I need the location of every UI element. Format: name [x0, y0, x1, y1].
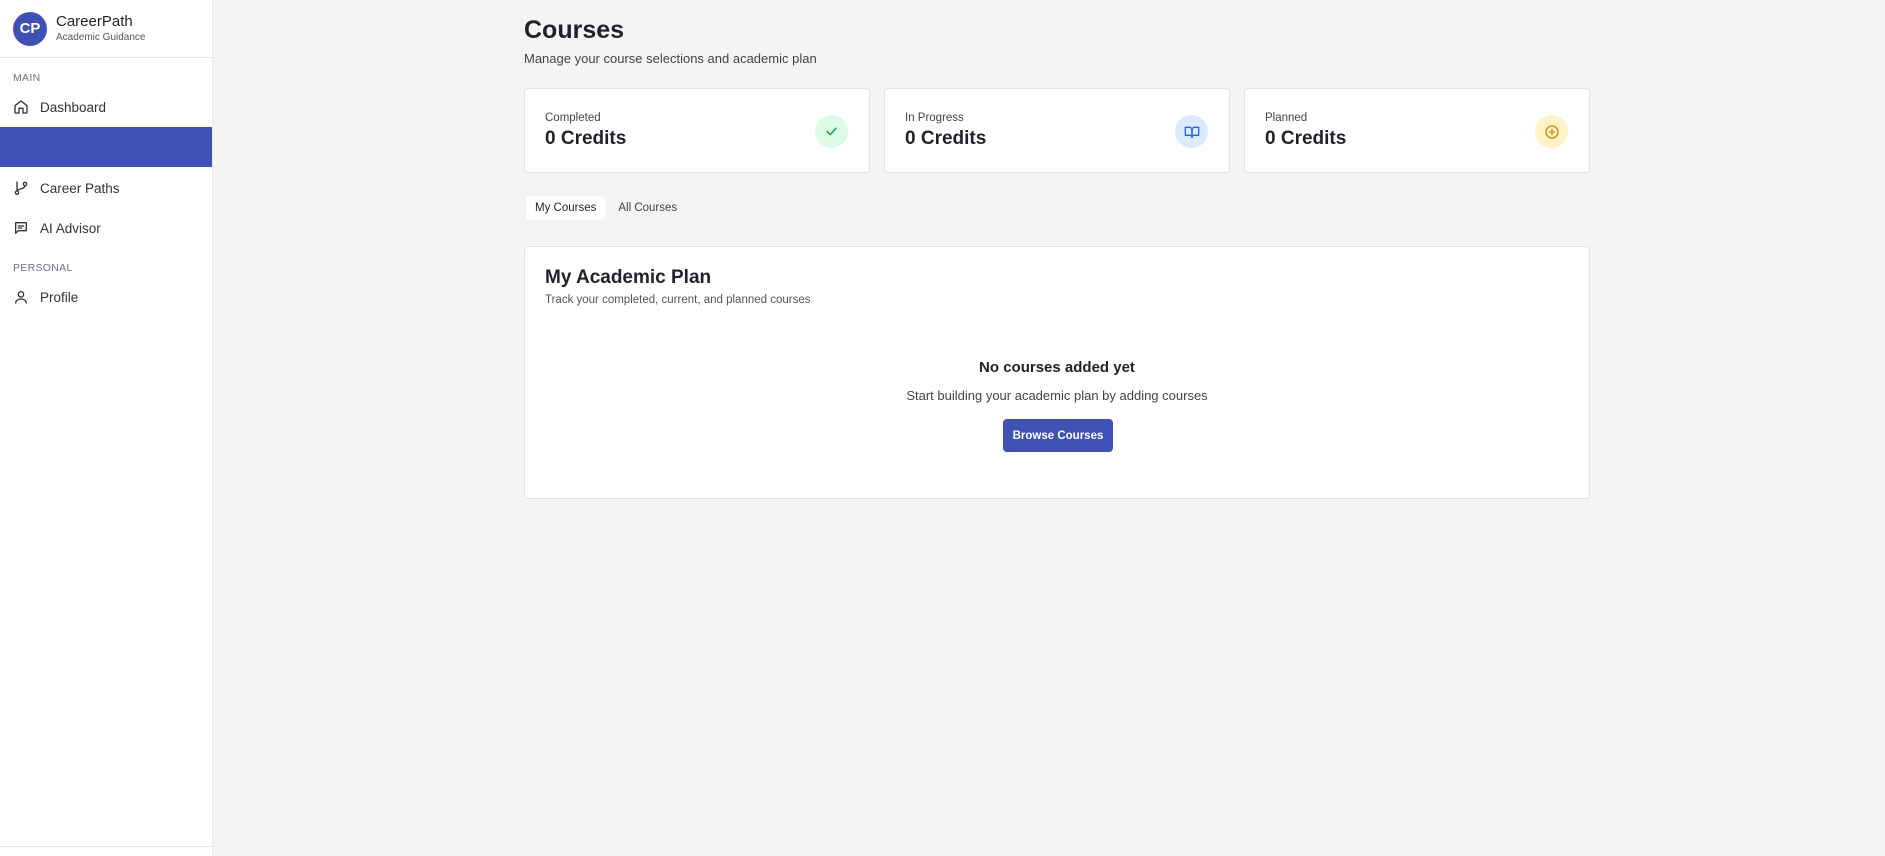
home-icon — [13, 99, 29, 115]
sidebar-item-career-paths[interactable]: Career Paths — [0, 168, 212, 208]
sidebar-item-label: Dashboard — [40, 99, 107, 115]
stat-label: In Progress — [905, 112, 964, 124]
user-icon — [13, 289, 29, 305]
sidebar-item-active[interactable] — [0, 127, 212, 167]
stat-value: 0 Credits — [545, 128, 627, 149]
sidebar-item-dashboard[interactable]: Dashboard — [0, 87, 212, 127]
message-icon — [13, 220, 29, 236]
brand-logo: CP — [13, 11, 47, 46]
course-tabs: My Courses All Courses — [526, 196, 686, 220]
brand-subtitle: Academic Guidance — [56, 31, 146, 43]
section-label-personal: PERSONAL — [13, 262, 73, 274]
sidebar-item-label: AI Advisor — [40, 220, 101, 236]
section-label-main: MAIN — [13, 72, 41, 84]
stat-card-planned: Planned 0 Credits — [1244, 88, 1590, 173]
stat-label: Completed — [545, 112, 601, 124]
check-icon — [815, 115, 848, 148]
empty-state-subtitle: Start building your academic plan by add… — [906, 388, 1208, 403]
plan-subtitle: Track your completed, current, and plann… — [545, 294, 811, 306]
tab-all-courses[interactable]: All Courses — [609, 196, 686, 220]
git-branch-icon — [13, 180, 29, 196]
stat-value: 0 Credits — [1265, 128, 1347, 149]
sidebar-footer — [0, 846, 213, 856]
brand[interactable]: CP CareerPath Academic Guidance — [0, 0, 212, 58]
brand-name: CareerPath — [56, 12, 133, 30]
browse-courses-button[interactable]: Browse Courses — [1003, 419, 1113, 452]
sidebar-item-ai-advisor[interactable]: AI Advisor — [0, 208, 212, 248]
plan-title: My Academic Plan — [545, 267, 712, 288]
page-title: Courses — [524, 16, 625, 44]
sidebar-item-label: Career Paths — [40, 180, 120, 196]
sidebar-item-label: Profile — [40, 289, 79, 305]
tab-my-courses[interactable]: My Courses — [526, 196, 606, 220]
sidebar-item-profile[interactable]: Profile — [0, 277, 212, 317]
stat-value: 0 Credits — [905, 128, 987, 149]
page-subtitle: Manage your course selections and academ… — [524, 51, 817, 66]
academic-plan-card: My Academic Plan Track your completed, c… — [524, 246, 1590, 499]
stat-card-completed: Completed 0 Credits — [524, 88, 870, 173]
book-open-icon — [1175, 115, 1208, 148]
stat-card-in-progress: In Progress 0 Credits — [884, 88, 1230, 173]
plus-circle-icon — [1535, 115, 1568, 148]
empty-state-title: No courses added yet — [979, 359, 1135, 376]
sidebar: CP CareerPath Academic Guidance MAIN Das… — [0, 0, 213, 856]
stat-label: Planned — [1265, 112, 1308, 124]
